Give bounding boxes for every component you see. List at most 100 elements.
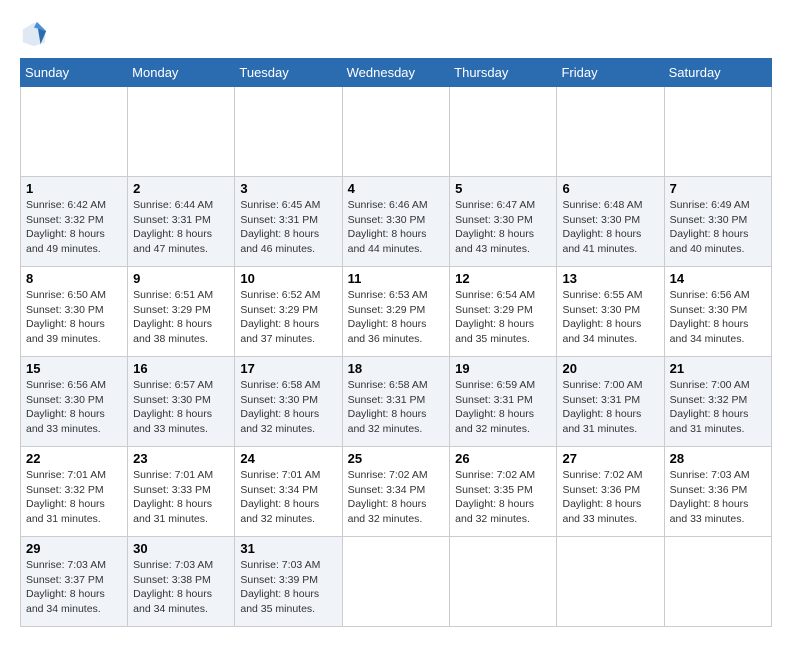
calendar-cell: 3 Sunrise: 6:45 AMSunset: 3:31 PMDaylight… [235,177,342,267]
day-number: 5 [455,181,551,196]
calendar-cell: 11 Sunrise: 6:53 AMSunset: 3:29 PMDayligh… [342,267,450,357]
calendar-week-row: 29 Sunrise: 7:03 AMSunset: 3:37 PMDayligh… [21,537,772,627]
calendar-cell: 27Sunrise: 7:02 AMSunset: 3:36 PMDayligh… [557,447,664,537]
day-number: 14 [670,271,766,286]
day-number: 17 [240,361,336,376]
calendar-table: SundayMondayTuesdayWednesdayThursdayFrid… [20,58,772,627]
calendar-cell: 14 Sunrise: 6:56 AMSunset: 3:30 PMDayligh… [664,267,771,357]
day-info: Sunrise: 7:01 AMSunset: 3:33 PMDaylight:… [133,468,229,527]
day-number: 2 [133,181,229,196]
calendar-week-row: 22Sunrise: 7:01 AMSunset: 3:32 PMDayligh… [21,447,772,537]
calendar-cell [21,87,128,177]
calendar-cell [664,87,771,177]
calendar-cell: 31 Sunrise: 7:03 AMSunset: 3:39 PMDayligh… [235,537,342,627]
day-number: 19 [455,361,551,376]
calendar-cell: 17 Sunrise: 6:58 AMSunset: 3:30 PMDayligh… [235,357,342,447]
day-info: Sunrise: 7:03 AMSunset: 3:37 PMDaylight:… [26,558,122,617]
calendar-cell: 23Sunrise: 7:01 AMSunset: 3:33 PMDayligh… [128,447,235,537]
day-number: 3 [240,181,336,196]
calendar-cell: 1Sunrise: 6:42 AMSunset: 3:32 PMDaylight… [21,177,128,267]
calendar-cell: 20 Sunrise: 7:00 AMSunset: 3:31 PMDayligh… [557,357,664,447]
day-number: 18 [348,361,445,376]
calendar-header-friday: Friday [557,59,664,87]
day-number: 20 [562,361,658,376]
calendar-cell: 12Sunrise: 6:54 AMSunset: 3:29 PMDayligh… [450,267,557,357]
calendar-cell [557,87,664,177]
page-header [20,20,772,48]
calendar-cell [450,537,557,627]
calendar-cell: 24 Sunrise: 7:01 AMSunset: 3:34 PMDayligh… [235,447,342,537]
calendar-cell: 5 Sunrise: 6:47 AMSunset: 3:30 PMDaylight… [450,177,557,267]
calendar-cell: 15 Sunrise: 6:56 AMSunset: 3:30 PMDayligh… [21,357,128,447]
day-number: 30 [133,541,229,556]
calendar-cell: 8Sunrise: 6:50 AMSunset: 3:30 PMDaylight… [21,267,128,357]
day-info: Sunrise: 7:02 AMSunset: 3:34 PMDaylight:… [348,468,445,527]
calendar-cell: 29 Sunrise: 7:03 AMSunset: 3:37 PMDayligh… [21,537,128,627]
day-number: 12 [455,271,551,286]
calendar-cell: 25Sunrise: 7:02 AMSunset: 3:34 PMDayligh… [342,447,450,537]
day-info: Sunrise: 7:03 AMSunset: 3:36 PMDaylight:… [670,468,766,527]
calendar-cell: 10Sunrise: 6:52 AMSunset: 3:29 PMDayligh… [235,267,342,357]
calendar-cell [342,537,450,627]
day-info: Sunrise: 6:58 AMSunset: 3:31 PMDaylight:… [348,378,445,437]
day-info: Sunrise: 6:46 AMSunset: 3:30 PMDaylight:… [348,198,445,257]
day-number: 8 [26,271,122,286]
calendar-cell: 21 Sunrise: 7:00 AMSunset: 3:32 PMDayligh… [664,357,771,447]
calendar-header-saturday: Saturday [664,59,771,87]
day-info: Sunrise: 6:56 AMSunset: 3:30 PMDaylight:… [670,288,766,347]
day-info: Sunrise: 6:48 AMSunset: 3:30 PMDaylight:… [562,198,658,257]
day-info: Sunrise: 6:47 AMSunset: 3:30 PMDaylight:… [455,198,551,257]
calendar-header-monday: Monday [128,59,235,87]
calendar-week-row: 8Sunrise: 6:50 AMSunset: 3:30 PMDaylight… [21,267,772,357]
calendar-cell: 6 Sunrise: 6:48 AMSunset: 3:30 PMDaylight… [557,177,664,267]
calendar-week-row: 1Sunrise: 6:42 AMSunset: 3:32 PMDaylight… [21,177,772,267]
day-info: Sunrise: 7:02 AMSunset: 3:35 PMDaylight:… [455,468,551,527]
day-number: 16 [133,361,229,376]
calendar-header-thursday: Thursday [450,59,557,87]
calendar-cell [664,537,771,627]
calendar-header-sunday: Sunday [21,59,128,87]
calendar-header-row: SundayMondayTuesdayWednesdayThursdayFrid… [21,59,772,87]
day-info: Sunrise: 6:49 AMSunset: 3:30 PMDaylight:… [670,198,766,257]
day-info: Sunrise: 7:03 AMSunset: 3:38 PMDaylight:… [133,558,229,617]
day-number: 24 [240,451,336,466]
calendar-cell: 30 Sunrise: 7:03 AMSunset: 3:38 PMDayligh… [128,537,235,627]
day-info: Sunrise: 6:42 AMSunset: 3:32 PMDaylight:… [26,198,122,257]
calendar-cell [235,87,342,177]
day-info: Sunrise: 6:59 AMSunset: 3:31 PMDaylight:… [455,378,551,437]
calendar-cell: 13Sunrise: 6:55 AMSunset: 3:30 PMDayligh… [557,267,664,357]
day-info: Sunrise: 7:00 AMSunset: 3:31 PMDaylight:… [562,378,658,437]
logo [20,20,52,48]
day-number: 29 [26,541,122,556]
day-info: Sunrise: 6:58 AMSunset: 3:30 PMDaylight:… [240,378,336,437]
day-info: Sunrise: 6:57 AMSunset: 3:30 PMDaylight:… [133,378,229,437]
calendar-cell: 18 Sunrise: 6:58 AMSunset: 3:31 PMDayligh… [342,357,450,447]
day-number: 21 [670,361,766,376]
day-number: 6 [562,181,658,196]
day-info: Sunrise: 6:52 AMSunset: 3:29 PMDaylight:… [240,288,336,347]
day-number: 26 [455,451,551,466]
day-info: Sunrise: 7:03 AMSunset: 3:39 PMDaylight:… [240,558,336,617]
calendar-cell: 19 Sunrise: 6:59 AMSunset: 3:31 PMDayligh… [450,357,557,447]
calendar-cell: 16 Sunrise: 6:57 AMSunset: 3:30 PMDayligh… [128,357,235,447]
day-number: 15 [26,361,122,376]
calendar-cell: 2 Sunrise: 6:44 AMSunset: 3:31 PMDaylight… [128,177,235,267]
day-number: 9 [133,271,229,286]
day-info: Sunrise: 7:00 AMSunset: 3:32 PMDaylight:… [670,378,766,437]
day-number: 28 [670,451,766,466]
day-number: 4 [348,181,445,196]
day-info: Sunrise: 7:01 AMSunset: 3:32 PMDaylight:… [26,468,122,527]
day-number: 31 [240,541,336,556]
day-info: Sunrise: 7:02 AMSunset: 3:36 PMDaylight:… [562,468,658,527]
day-info: Sunrise: 6:56 AMSunset: 3:30 PMDaylight:… [26,378,122,437]
day-number: 11 [348,271,445,286]
calendar-header-wednesday: Wednesday [342,59,450,87]
day-info: Sunrise: 6:44 AMSunset: 3:31 PMDaylight:… [133,198,229,257]
calendar-cell: 22Sunrise: 7:01 AMSunset: 3:32 PMDayligh… [21,447,128,537]
day-number: 7 [670,181,766,196]
day-info: Sunrise: 6:51 AMSunset: 3:29 PMDaylight:… [133,288,229,347]
calendar-cell: 26 Sunrise: 7:02 AMSunset: 3:35 PMDayligh… [450,447,557,537]
day-info: Sunrise: 6:45 AMSunset: 3:31 PMDaylight:… [240,198,336,257]
day-info: Sunrise: 6:53 AMSunset: 3:29 PMDaylight:… [348,288,445,347]
day-info: Sunrise: 7:01 AMSunset: 3:34 PMDaylight:… [240,468,336,527]
